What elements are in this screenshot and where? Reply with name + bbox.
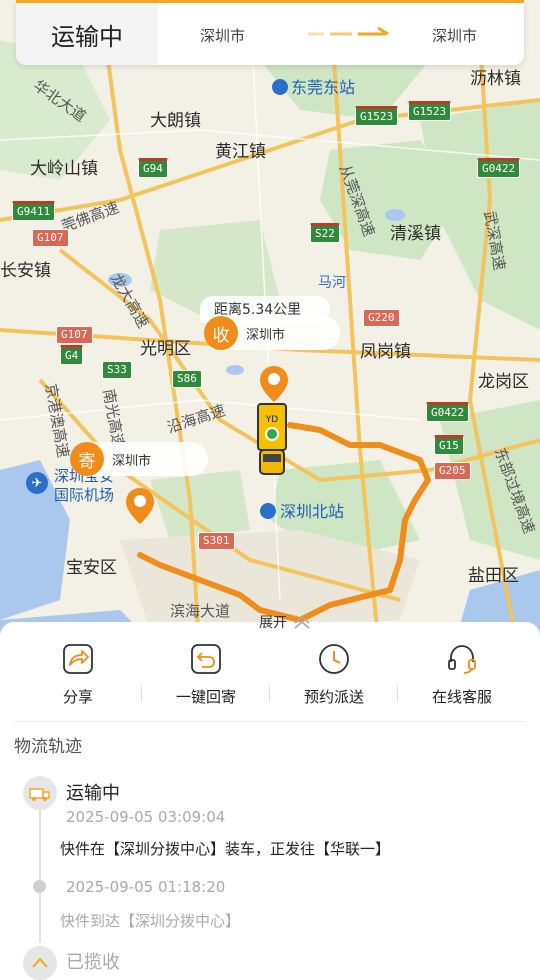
place-qingxi: 清溪镇 <box>390 224 441 244</box>
road-shield: G1523 <box>355 106 399 126</box>
airport-icon: ✈ <box>26 472 48 494</box>
road-shield: G107 <box>32 229 69 247</box>
sender-city: 深圳市 <box>112 453 152 469</box>
road-shield: G1523 <box>408 101 452 121</box>
event-status: 已揽收 <box>66 952 120 973</box>
action-bar: 分享 一键回寄 预约派送 在线客服 <box>14 642 526 722</box>
road-shield: G0422 <box>426 402 470 422</box>
expand-button[interactable]: 展开 <box>225 608 345 636</box>
share-button[interactable]: 分享 <box>14 642 142 721</box>
place-dongguan-east: 东莞东站 <box>272 74 355 98</box>
road-shield: G220 <box>363 309 400 327</box>
place-guangming: 光明区 <box>140 339 191 359</box>
delivery-truck-icon: YD <box>257 403 287 475</box>
train-station-icon <box>260 503 276 519</box>
sender-tag: 寄 <box>70 442 104 476</box>
expand-label: 展开 <box>259 615 287 631</box>
road-shield: G15 <box>434 435 464 455</box>
place-airport-line2: 国际机场 <box>54 486 115 504</box>
in-transit-badge-icon <box>23 776 57 810</box>
return-icon <box>189 642 223 676</box>
event-status: 运输中 <box>66 783 120 804</box>
receiver-city: 深圳市 <box>246 327 286 343</box>
place-changan: 长安镇 <box>0 261 51 281</box>
status-title: 运输中 <box>16 3 158 65</box>
svg-text:YD: YD <box>265 415 278 425</box>
road-shield: G94 <box>138 158 168 178</box>
road-shield: G9411 <box>12 201 56 221</box>
tracking-section-title: 物流轨迹 <box>14 737 82 757</box>
road-shield: S33 <box>102 361 132 379</box>
place-baoan: 宝安区 <box>66 558 117 578</box>
location-pin-icon <box>260 366 288 402</box>
road-shield: S301 <box>198 532 235 550</box>
road-shield: S86 <box>172 370 202 388</box>
road-shield: G107 <box>56 326 93 344</box>
place-mahe: 马河 <box>318 275 346 291</box>
route-arrow-icon <box>308 27 389 36</box>
place-fenggang: 凤岗镇 <box>360 342 411 362</box>
sender-marker[interactable]: 寄 深圳市 <box>70 442 208 476</box>
place-lilin: 沥林镇 <box>470 69 521 89</box>
quick-return-button[interactable]: 一键回寄 <box>142 642 270 721</box>
share-icon <box>61 642 95 676</box>
place-shenzhen-north: 深圳北站 <box>260 498 344 522</box>
destination-city: 深圳市 <box>432 27 478 45</box>
place-binhai: 滨海大道 <box>170 602 231 620</box>
map-view[interactable]: 东莞东站 沥林镇 大朗镇 黄江镇 大岭山镇 清溪镇 长安镇 光明区 凤岗镇 龙岗… <box>0 0 540 660</box>
online-support-button[interactable]: 在线客服 <box>398 642 526 721</box>
place-dalingshan: 大岭山镇 <box>30 159 98 179</box>
online-support-label: 在线客服 <box>431 688 492 706</box>
headset-icon <box>445 642 479 676</box>
place-yantian: 盐田区 <box>468 566 519 586</box>
timeline-dot <box>33 880 46 893</box>
event-time: 2025-09-05 01:18:20 <box>66 878 226 896</box>
schedule-delivery-label: 预约派送 <box>303 688 364 706</box>
road-shield: G205 <box>434 462 471 480</box>
share-label: 分享 <box>62 688 93 706</box>
road-shield: S22 <box>310 223 340 243</box>
receiver-tag: 收 <box>204 316 238 350</box>
place-dalang: 大朗镇 <box>150 111 201 131</box>
event-description: 快件在【深圳分拨中心】装车，正发往【华联一】 <box>60 840 391 858</box>
chevron-up-icon <box>294 615 310 629</box>
schedule-delivery-button[interactable]: 预约派送 <box>270 642 398 721</box>
event-description: 快件到达【深圳分拨中心】 <box>60 912 241 930</box>
place-huangjiang: 黄江镇 <box>215 142 266 162</box>
receiver-marker[interactable]: 收 深圳市 <box>204 316 340 350</box>
event-time: 2025-09-05 03:09:04 <box>66 808 226 826</box>
bottom-sheet: 分享 一键回寄 预约派送 在线客服 物流轨迹 运输中 2025-09-05 03… <box>0 622 540 980</box>
train-station-icon <box>272 79 288 95</box>
road-shield: G4 <box>60 345 84 365</box>
clock-icon <box>317 642 351 676</box>
road-shield: G0422 <box>477 158 521 178</box>
location-pin-icon <box>126 488 154 524</box>
origin-city: 深圳市 <box>200 27 246 45</box>
picked-up-badge-icon <box>23 946 57 980</box>
timeline-line <box>39 802 41 942</box>
place-longgang: 龙岗区 <box>478 372 529 392</box>
quick-return-label: 一键回寄 <box>175 688 236 706</box>
shipment-status-card: 运输中 深圳市 深圳市 <box>16 0 524 65</box>
